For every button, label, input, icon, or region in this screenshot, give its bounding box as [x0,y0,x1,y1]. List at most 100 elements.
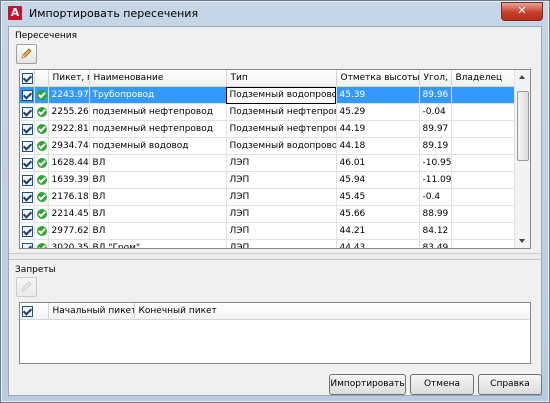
type-cell[interactable]: ЛЭП [226,205,337,223]
close-button[interactable]: ✕ [501,2,543,21]
type-cell[interactable]: Подземный водопровод [226,137,337,155]
picket-cell[interactable]: 2255.26 [48,103,90,121]
picket-cell[interactable]: 2214.45 [48,205,90,223]
angle-cell[interactable]: -0.4 [419,188,452,206]
picket-cell[interactable]: 2977.62 [48,222,90,240]
type-cell[interactable]: ЛЭП [226,222,337,240]
type-cell[interactable]: ЛЭП [226,239,337,248]
crossing-row[interactable]: 2243.97 Трубопровод Подземный водопровод 45… [20,86,515,104]
picket-cell[interactable]: 3020.35 [48,239,90,248]
type-cell[interactable]: Подземный водопровод [226,86,337,104]
angle-column-header[interactable]: Угол, ° [419,70,452,87]
cancel-button[interactable]: Отмена [410,374,474,395]
angle-cell[interactable]: -10.95 [419,154,452,172]
row-checkbox[interactable] [22,123,33,135]
angle-cell[interactable]: 83.49 [419,239,452,248]
row-checkbox-cell[interactable] [20,86,35,104]
row-checkbox[interactable] [22,157,33,169]
elevation-cell[interactable]: 44.18 [336,137,420,155]
angle-cell[interactable]: 89.19 [419,137,452,155]
angle-cell[interactable]: 88.99 [419,205,452,223]
select-all-cell[interactable] [20,70,35,87]
status-cell[interactable] [34,171,49,189]
row-checkbox[interactable] [22,106,33,118]
row-checkbox-cell[interactable] [20,222,35,240]
crossings-scrollbar[interactable] [514,70,530,248]
row-checkbox[interactable] [22,191,33,203]
row-checkbox[interactable] [22,225,33,237]
panel-splitter[interactable] [9,253,541,260]
crossing-row[interactable]: 2214.45 ВЛ ЛЭП 45.66 88.99 [20,205,515,223]
elevation-cell[interactable]: 44.19 [336,120,420,138]
type-cell[interactable]: ЛЭП [226,154,337,172]
angle-cell[interactable]: 84.12 [419,222,452,240]
owner-cell[interactable] [451,205,515,223]
owner-cell[interactable] [451,222,515,240]
status-cell[interactable] [34,103,49,121]
row-checkbox-cell[interactable] [20,154,35,172]
prohibitions-select-all-checkbox[interactable] [22,305,33,317]
angle-cell[interactable]: 89.96 [419,86,452,104]
owner-cell[interactable] [451,188,515,206]
elevation-cell[interactable]: 45.29 [336,103,420,121]
owner-cell[interactable] [451,103,515,121]
row-checkbox[interactable] [22,174,33,186]
crossing-row[interactable]: 2934.74 подземный водовод Подземный водопр… [20,137,515,155]
row-checkbox-cell[interactable] [20,137,35,155]
elevation-cell[interactable]: 46.01 [336,154,420,172]
row-checkbox-cell[interactable] [20,188,35,206]
picket-cell[interactable]: 2934.74 [48,137,90,155]
name-cell[interactable]: ВЛ [89,205,227,223]
name-cell[interactable]: подземный водовод [89,137,227,155]
name-cell[interactable]: Трубопровод [89,86,227,104]
name-cell[interactable]: ВЛ [89,188,227,206]
row-checkbox-cell[interactable] [20,103,35,121]
picket-cell[interactable]: 1639.39 [48,171,90,189]
row-checkbox-cell[interactable] [20,120,35,138]
owner-cell[interactable] [451,239,515,248]
owner-cell[interactable] [451,137,515,155]
owner-cell[interactable] [451,154,515,172]
angle-cell[interactable]: 89.97 [419,120,452,138]
crossing-row[interactable]: 1639.39 ВЛ ЛЭП 45.94 -11.09 [20,171,515,189]
scroll-up-arrow[interactable] [519,75,525,79]
elevation-column-header[interactable]: Отметка высоты, м [336,70,420,87]
angle-cell[interactable]: -11.09 [419,171,452,189]
import-button[interactable]: Импортировать [329,374,406,395]
type-cell[interactable]: ЛЭП [226,171,337,189]
name-cell[interactable]: ВЛ "Гром" [89,239,227,248]
owner-cell[interactable] [451,120,515,138]
name-cell[interactable]: подземный нефтепровод [89,120,227,138]
owner-column-header[interactable]: Владелец [451,70,515,87]
type-column-header[interactable]: Тип [226,70,337,87]
name-column-header[interactable]: Наименование [89,70,227,87]
scroll-down-arrow[interactable] [519,239,525,243]
edit-prohibitions-button[interactable] [16,277,37,297]
crossing-row[interactable]: 2922.81 подземный нефтепровод Подземный не… [20,120,515,138]
row-checkbox[interactable] [22,208,33,220]
picket-column-header[interactable]: Пикет, м [48,70,90,87]
status-cell[interactable] [34,120,49,138]
name-cell[interactable]: подземный нефтепровод [89,103,227,121]
angle-cell[interactable]: -0.04 [419,103,452,121]
owner-cell[interactable] [451,86,515,104]
crossing-row[interactable]: 2977.62 ВЛ ЛЭП 44.21 84.12 [20,222,515,240]
status-cell[interactable] [34,86,49,104]
crossing-row[interactable]: 3020.35 ВЛ "Гром" ЛЭП 44.43 83.49 [20,239,515,248]
end-picket-column-header[interactable]: Конечный пикет [134,303,530,320]
owner-cell[interactable] [451,171,515,189]
type-cell[interactable]: ЛЭП [226,188,337,206]
elevation-cell[interactable]: 45.39 [336,86,420,104]
help-button[interactable]: Справка [478,374,542,395]
row-checkbox-cell[interactable] [20,205,35,223]
crossing-row[interactable]: 2176.18 ВЛ ЛЭП 45.45 -0.4 [20,188,515,206]
row-checkbox[interactable] [22,89,33,101]
status-cell[interactable] [34,222,49,240]
start-picket-column-header[interactable]: Начальный пикет [48,303,135,320]
row-checkbox-cell[interactable] [20,239,35,248]
picket-cell[interactable]: 1628.44 [48,154,90,172]
row-checkbox-cell[interactable] [20,171,35,189]
row-checkbox[interactable] [22,242,33,248]
picket-cell[interactable]: 2243.97 [48,86,90,104]
status-cell[interactable] [34,154,49,172]
